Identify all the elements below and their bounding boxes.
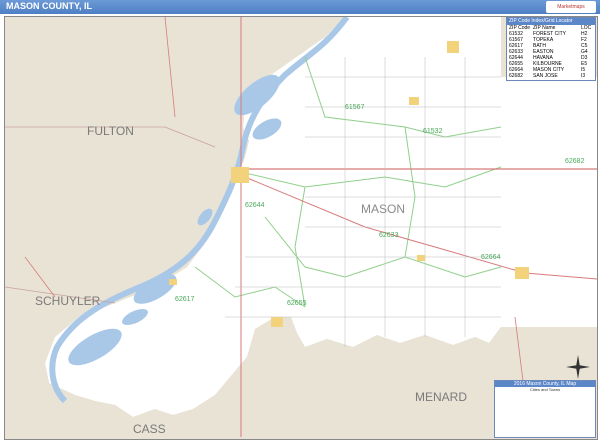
title-bar: MASON COUNTY, IL Marketmaps <box>0 0 600 14</box>
zip-index-table: ZIP Code Index/Grid Locator ZIP Code ZIP… <box>506 17 596 81</box>
town-havana <box>231 167 249 183</box>
zip-index-title: ZIP Code Index/Grid Locator <box>507 18 595 25</box>
county-label-menard: MENARD <box>415 390 467 404</box>
county-label-fulton: FULTON <box>87 124 134 138</box>
zip-label: 61567 <box>345 104 365 111</box>
zip-label: 62644 <box>245 202 265 209</box>
town-kilbourne <box>271 317 283 327</box>
map-legend: 2016 Mason County, IL Map Cities and Tow… <box>494 380 596 438</box>
zip-index-row: 62682 SAN JOSE I3 <box>509 73 586 79</box>
town-bath <box>169 279 177 285</box>
publisher-logo: Marketmaps <box>546 1 596 13</box>
town-easton <box>417 255 425 261</box>
zip-label: 62682 <box>565 158 585 165</box>
county-label-mason: MASON <box>361 202 405 216</box>
town-mason-city <box>515 267 529 279</box>
county-label-cass: CASS <box>133 422 166 436</box>
zip-label: 62633 <box>379 232 399 239</box>
zip-label: 62655 <box>287 300 307 307</box>
town-forest-city <box>447 41 459 53</box>
map-title: MASON COUNTY, IL <box>6 1 93 11</box>
town-topeka <box>409 97 419 105</box>
zip-label: 61532 <box>423 128 443 135</box>
legend-row <box>495 429 595 434</box>
east-area <box>501 77 597 327</box>
zip-label: 62664 <box>481 254 501 261</box>
county-label-schuyler: SCHUYLER <box>35 294 101 308</box>
zip-label: 62617 <box>175 296 195 303</box>
